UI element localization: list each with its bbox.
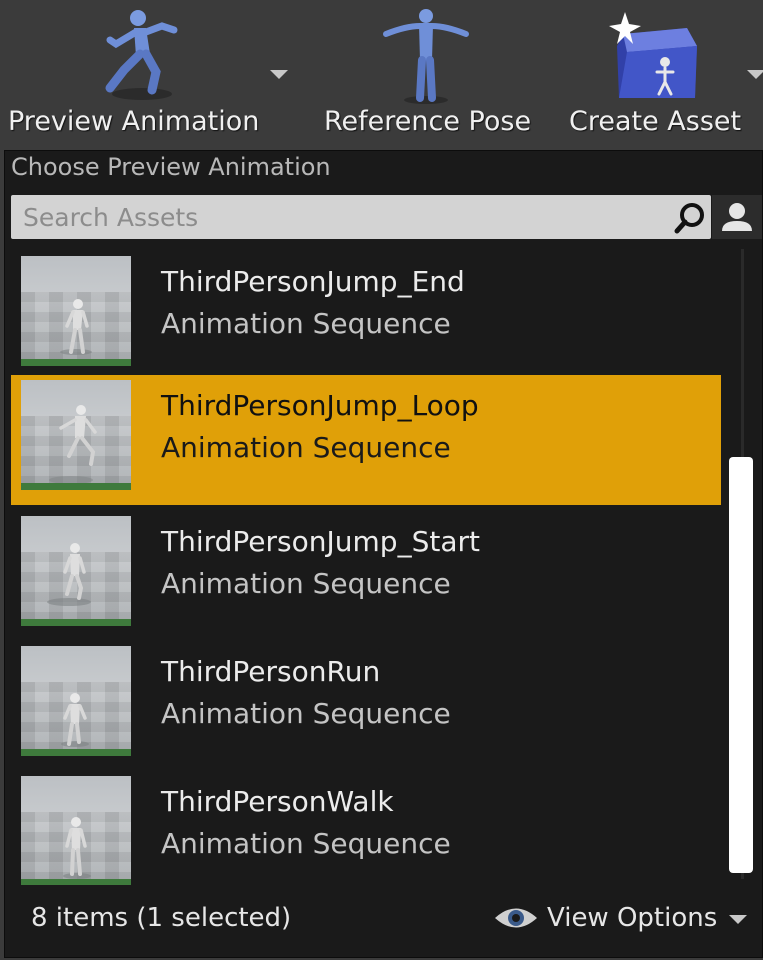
item-type: Animation Sequence — [161, 697, 451, 730]
reference-pose-button[interactable]: Reference Pose — [320, 0, 540, 148]
asset-thumbnail — [21, 516, 131, 626]
item-count: 8 items (1 selected) — [31, 903, 292, 933]
search-input[interactable] — [11, 195, 661, 239]
list-item[interactable]: ThirdPersonRun Animation Sequence — [11, 641, 721, 771]
panel-footer: 8 items (1 selected) View Options — [5, 887, 762, 957]
preview-animation-dropdown: Choose Preview Animation Search Assets T… — [4, 150, 763, 958]
create-asset-dropdown-arrow[interactable] — [747, 70, 763, 79]
create-asset-label: Create Asset — [569, 106, 742, 137]
item-name: ThirdPersonWalk — [161, 785, 394, 818]
panel-title: Choose Preview Animation — [11, 153, 331, 181]
t-pose-mannequin-icon — [383, 9, 469, 104]
item-name: ThirdPersonJump_End — [161, 265, 465, 298]
list-item[interactable]: ThirdPersonJump_Start Animation Sequence — [11, 511, 721, 641]
view-options-label: View Options — [547, 903, 718, 933]
create-asset-icon — [609, 12, 697, 98]
asset-thumbnail — [21, 256, 131, 366]
item-name: ThirdPersonRun — [161, 655, 381, 688]
user-filter-button[interactable] — [712, 195, 762, 239]
reference-pose-label: Reference Pose — [324, 106, 532, 137]
toolbar: Preview Animation Reference Pose Create … — [0, 0, 763, 148]
search-icon — [674, 203, 704, 234]
item-name: ThirdPersonJump_Loop — [161, 389, 479, 422]
list-item[interactable]: ThirdPersonWalk Animation Sequence — [11, 771, 721, 885]
scrollbar-thumb[interactable] — [729, 457, 753, 873]
eye-icon — [495, 908, 537, 928]
preview-animation-label: Preview Animation — [8, 106, 260, 137]
item-type: Animation Sequence — [161, 431, 451, 464]
asset-thumbnail — [21, 776, 131, 885]
chevron-down-icon — [729, 915, 747, 924]
list-item-selected[interactable]: ThirdPersonJump_Loop Animation Sequence — [11, 375, 721, 505]
item-type: Animation Sequence — [161, 827, 451, 860]
create-asset-button[interactable]: Create Asset — [565, 0, 763, 148]
asset-list: ThirdPersonJump_End Animation Sequence T… — [5, 249, 725, 885]
preview-animation-dropdown-arrow[interactable] — [270, 70, 288, 79]
running-mannequin-icon — [105, 10, 178, 100]
view-options-button[interactable]: View Options — [493, 895, 755, 945]
asset-thumbnail — [21, 646, 131, 756]
preview-animation-button[interactable]: Preview Animation — [0, 0, 288, 148]
user-icon — [722, 203, 752, 231]
item-type: Animation Sequence — [161, 567, 451, 600]
search-box — [11, 195, 711, 239]
item-name: ThirdPersonJump_Start — [161, 525, 480, 558]
item-type: Animation Sequence — [161, 307, 451, 340]
asset-thumbnail — [21, 380, 131, 490]
list-item[interactable]: ThirdPersonJump_End Animation Sequence — [11, 251, 721, 381]
